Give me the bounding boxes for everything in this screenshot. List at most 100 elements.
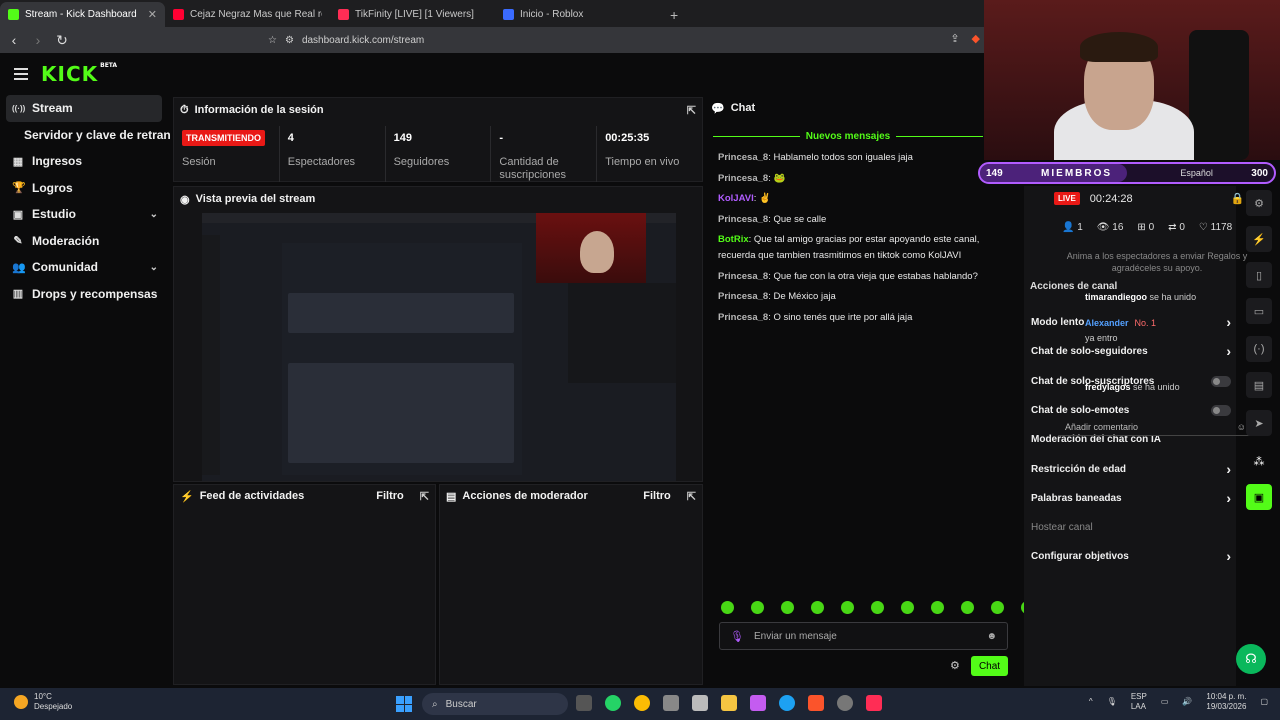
sidebar-item[interactable]: Servidor y clave de retransmisión [0,122,170,149]
channel-action[interactable]: Palabras baneadas › [1031,491,1231,505]
channel-action[interactable]: Chat de solo-seguidores › [1031,344,1231,358]
sidebar-item[interactable]: ▦ Ingresos [0,148,170,175]
back-icon[interactable]: ‹ [4,32,24,48]
chat-message[interactable]: Princesa_8: O sino tenés que irte por al… [718,310,980,326]
chrome-icon[interactable] [634,695,650,711]
mic-icon[interactable]: 🎙 [1107,697,1117,707]
emote-icon[interactable] [721,601,734,614]
sidebar-item[interactable]: ▣ Estudio ⌄ [0,201,170,228]
chat-username[interactable]: Princesa_8 [718,291,768,302]
new-messages-divider[interactable]: Nuevos mensajes [713,130,983,142]
clock[interactable]: 10:04 p. m. 19/03/2026 [1206,692,1246,712]
copilot-icon[interactable] [750,695,766,711]
channel-action[interactable]: Configurar objetivos › [1031,549,1231,563]
channel-action[interactable]: Hostear canal [1031,522,1231,533]
chat-username[interactable]: Princesa_8 [718,312,768,323]
store-icon[interactable] [663,695,679,711]
channel-action[interactable]: Chat de solo-emotes [1031,404,1231,416]
chat-username[interactable]: Princesa_8 [718,173,768,184]
close-icon[interactable]: ✕ [148,8,157,21]
emote-icon[interactable] [991,601,1004,614]
chat-message[interactable]: BotRix: Que tal amigo gracias por estar … [718,232,980,264]
channel-action[interactable]: Restricción de edad › [1031,462,1231,476]
expand-icon[interactable]: ⇱ [687,490,696,503]
folder-icon[interactable] [721,695,737,711]
chat-message[interactable]: Princesa_8: Hablamelo todos son iguales … [718,150,980,166]
sidebar-item[interactable]: ((·)) Stream [6,95,162,122]
chat-send-button[interactable]: Chat [971,656,1008,676]
chevron-up-icon[interactable]: ^ [1089,697,1093,707]
site-info-icon[interactable]: ⚙ [285,35,294,46]
sidebar-item[interactable]: ▥ Drops y recompensas [0,281,170,308]
toggle-switch[interactable] [1211,375,1231,387]
chat-message[interactable]: Princesa_8: Que se calle [718,212,980,228]
whatsapp-icon[interactable] [605,695,621,711]
weather-widget[interactable]: 10°C Despejado [14,692,72,712]
taskbar-search[interactable]: ⌕ Buscar [422,693,568,715]
tiktok-icon[interactable] [866,695,882,711]
browser-tab[interactable]: Inicio - Roblox [495,2,660,27]
emote-icon[interactable] [841,601,854,614]
support-icon[interactable]: ☊ [1236,644,1266,674]
edge-icon[interactable] [779,695,795,711]
browser-tab[interactable]: TikFinity [LIVE] [1 Viewers] [330,2,495,27]
roblox-icon[interactable] [692,695,708,711]
send-icon[interactable]: ➤ [1246,410,1272,436]
kick-app-icon[interactable]: ▣ [1246,484,1272,510]
chat-username[interactable]: KolJAVI [718,193,754,204]
stream-preview[interactable] [202,213,676,481]
chevron-down-icon[interactable]: ⌄ [150,262,158,273]
chat-message[interactable]: Princesa_8: Que fue con la otra vieja qu… [718,269,980,285]
dots-icon[interactable]: ⁂ [1246,448,1272,474]
emote-icon[interactable] [811,601,824,614]
chat-message[interactable]: Princesa_8: 🐸 [718,171,980,187]
brave-icon[interactable] [808,695,824,711]
filter-button[interactable]: Filtro [376,490,404,502]
language-indicator[interactable]: ESP LAA [1131,692,1147,712]
notification-icon[interactable]: ▢ [1260,697,1268,707]
expand-icon[interactable]: ⇱ [687,104,696,117]
obs-icon[interactable] [837,695,853,711]
document-icon[interactable]: ▯ [1246,262,1272,288]
bolt-icon[interactable]: ⚡ [1246,226,1272,252]
emote-icon[interactable] [901,601,914,614]
message-icon[interactable]: ▭ [1246,298,1272,324]
chat-input[interactable]: 🎙 Enviar un mensaje ☻ [719,622,1008,650]
sidebar-item[interactable]: ✎ Moderación [0,228,170,255]
emote-icon[interactable] [961,601,974,614]
emoji-icon[interactable]: ☻ [986,631,997,642]
windows-start-icon[interactable] [396,696,412,712]
comment-input[interactable]: Añadir comentario ☺ [1058,418,1250,436]
share-icon[interactable]: ⇪ [950,32,959,45]
new-tab-button[interactable]: + [660,7,688,27]
reload-icon[interactable]: ↻ [52,32,72,49]
network-icon[interactable]: ▭ [1161,697,1169,707]
bookmark-icon[interactable]: ☆ [268,35,277,46]
expand-icon[interactable]: ⇱ [420,490,429,503]
chat-username[interactable]: BotRix [718,234,749,245]
emote-icon[interactable] [751,601,764,614]
brave-shield-icon[interactable]: ◆ [972,32,980,45]
settings-icon[interactable]: ⚙ [1246,190,1272,216]
toggle-switch[interactable] [1211,404,1231,416]
emote-icon[interactable] [931,601,944,614]
chat-username[interactable]: Princesa_8 [718,214,768,225]
chat-message[interactable]: Princesa_8: De México jaja [718,289,980,305]
filter-button[interactable]: Filtro [643,490,671,502]
layout-icon[interactable]: ▤ [1246,372,1272,398]
chat-username[interactable]: Princesa_8 [718,271,768,282]
kick-logo[interactable]: KICK BETA [41,62,117,86]
url-text[interactable]: dashboard.kick.com/stream [302,35,424,46]
gear-icon[interactable]: ⚙ [950,659,960,672]
sidebar-item[interactable]: 👥 Comunidad ⌄ [0,254,170,281]
forward-icon[interactable]: › [28,32,48,48]
volume-icon[interactable]: 🔊 [1182,697,1192,707]
chat-message[interactable]: KolJAVI: ✌ [718,191,980,207]
broadcast-icon[interactable]: (·) [1246,336,1272,362]
browser-tab[interactable]: Cejaz Negraz Mas que Real rolling M [165,2,330,27]
emote-icon[interactable] [781,601,794,614]
emote-icon[interactable] [871,601,884,614]
menu-icon[interactable] [14,68,28,80]
chat-username[interactable]: Princesa_8 [718,152,768,163]
sidebar-item[interactable]: 🏆 Logros [0,175,170,202]
